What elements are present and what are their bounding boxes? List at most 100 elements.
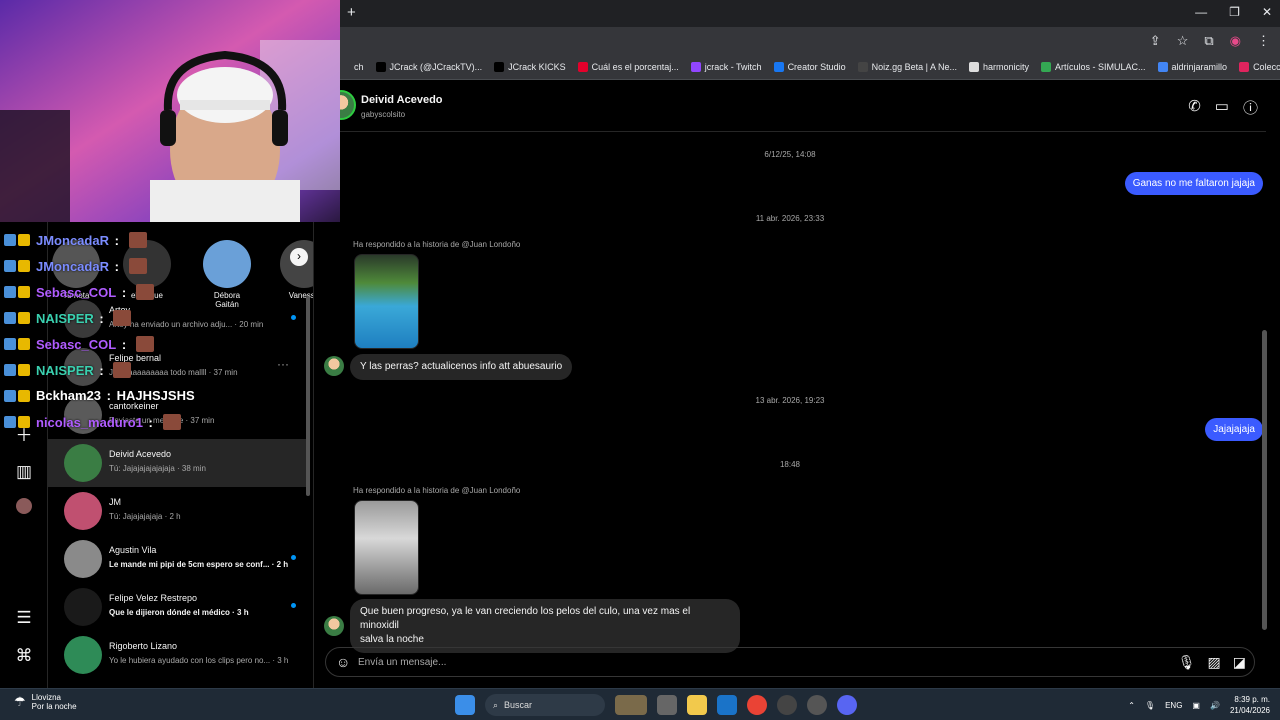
language-indicator[interactable]: ENG <box>1165 701 1182 710</box>
thread-preview: Yo le hubiera ayudado con los clips pero… <box>109 656 289 665</box>
thread-item[interactable]: JM Tú: Jajajajajaja · 2 h <box>48 487 310 535</box>
clock-date: 21/04/2026 <box>1229 706 1270 715</box>
inbox-scrollbar[interactable] <box>306 296 310 496</box>
minimize-button[interactable]: — <box>1195 5 1207 19</box>
more-options-icon[interactable]: ··· <box>277 357 289 371</box>
sender-avatar[interactable] <box>324 356 344 376</box>
taskbar-search[interactable]: ⌕ Buscar <box>485 694 605 716</box>
microphone-tray-icon[interactable]: 🎙 <box>1145 701 1155 710</box>
stream-chat-message: Sebasc_COL : <box>4 284 154 300</box>
message-composer[interactable]: ☺ Envía un mensaje... 🎙 ▨ ◪ <box>325 647 1255 677</box>
thread-item[interactable]: Deivid Acevedo Tú: Jajajajajajajaja · 38… <box>48 439 310 487</box>
new-tab-button[interactable]: + <box>347 4 356 21</box>
bookmark-item[interactable]: Noiz.gg Beta | A Ne... <box>857 62 957 72</box>
extensions-icon[interactable]: ⧉ <box>1204 33 1213 49</box>
clock[interactable]: 8:39 p. m. 21/04/2026 <box>1230 694 1270 716</box>
sticker-icon[interactable]: ◪ <box>1233 654 1246 671</box>
widget-icon[interactable] <box>615 695 647 715</box>
info-icon[interactable]: ⓘ <box>1243 97 1258 118</box>
chevron-right-icon[interactable]: › <box>290 248 308 266</box>
image-icon[interactable]: ▨ <box>1208 654 1221 671</box>
chrome-icon[interactable] <box>747 695 767 715</box>
streamer-webcam <box>0 0 340 222</box>
bookmark-label: harmonicity <box>982 62 1029 72</box>
microphone-icon[interactable]: 🎙 <box>1178 654 1196 671</box>
phone-call-icon[interactable]: ✆ <box>1188 97 1201 118</box>
volume-icon[interactable]: 🔊 <box>1210 701 1220 710</box>
bookmark-item[interactable]: JCrack KICKS <box>494 62 566 72</box>
bookmark-item[interactable]: Creator Studio <box>773 62 846 72</box>
bookmark-item[interactable]: Artículos - SIMULAC... <box>1041 62 1146 72</box>
message-outgoing[interactable]: Jajajajaja <box>1205 418 1263 441</box>
dashboard-icon[interactable]: ▥ <box>14 462 34 482</box>
chat-emote-icon <box>128 232 147 248</box>
threads-icon[interactable]: ⌘ <box>14 646 34 666</box>
bookmark-item[interactable]: ch <box>340 62 364 72</box>
bookmark-label: JCrack (@JCrackTV)... <box>389 62 483 72</box>
chat-badge-icon <box>4 234 16 246</box>
bookmark-star-icon[interactable]: ☆ <box>1177 33 1189 49</box>
bookmark-label: Noiz.gg Beta | A Ne... <box>871 62 957 72</box>
bookmark-item[interactable]: harmonicity <box>968 62 1029 72</box>
install-app-icon[interactable]: ⇪ <box>1150 33 1161 49</box>
bookmark-label: Cuál es el porcentaj... <box>591 62 679 72</box>
chat-emote-icon <box>128 258 147 274</box>
thread-item[interactable]: Felipe Velez Restrepo Que le dijieron dó… <box>48 583 310 631</box>
thread-item[interactable]: Agustin Vila Le mande mi pipi de 5cm esp… <box>48 535 310 583</box>
more-menu-icon[interactable]: ☰ <box>14 608 34 628</box>
thread-preview: Que le dijieron dónde el médico · 3 h <box>109 608 249 617</box>
thread-avatar <box>64 492 102 530</box>
windows-start-icon[interactable] <box>455 695 475 715</box>
discord-icon[interactable] <box>837 695 857 715</box>
story-thumbnail[interactable] <box>354 500 419 595</box>
chat-emote-icon <box>113 310 132 326</box>
task-view-icon[interactable] <box>657 695 677 715</box>
bookmark-label: Creator Studio <box>787 62 846 72</box>
file-explorer-icon[interactable] <box>687 695 707 715</box>
bookmark-item[interactable]: JCrack (@JCrackTV)... <box>375 62 483 72</box>
bookmark-label: jcrack - Twitch <box>704 62 762 72</box>
mail-icon[interactable] <box>717 695 737 715</box>
bookmark-item[interactable]: Colección de M_blei... <box>1239 62 1280 72</box>
bookmark-item[interactable]: aldrinjaramillo <box>1157 62 1227 72</box>
chat-badge-icon <box>4 286 16 298</box>
chat-badge-icon <box>4 389 16 402</box>
bookmark-item[interactable]: jcrack - Twitch <box>690 62 762 72</box>
chat-badge-icon <box>18 338 30 350</box>
message-incoming[interactable]: Y las perras? actualicenos info att abue… <box>350 354 573 380</box>
bookmark-favicon <box>857 62 868 72</box>
story-thumbnail[interactable] <box>354 254 419 349</box>
bookmark-favicon <box>968 62 979 72</box>
video-call-icon[interactable]: ▭ <box>1215 97 1229 118</box>
search-label: Buscar <box>504 700 533 710</box>
chevron-up-icon[interactable]: ⌃ <box>1128 701 1135 710</box>
bookmark-item[interactable]: Cuál es el porcentaj... <box>577 62 679 72</box>
chat-badge-icon <box>4 260 16 272</box>
notes-row: Tu notael DuqueDébora GaitánVanessa› <box>48 220 313 309</box>
conversation-scrollbar[interactable] <box>1262 330 1267 630</box>
message-incoming[interactable]: Que buen progreso, ya le van creciendo l… <box>350 599 740 653</box>
profile-icon[interactable]: ◉ <box>1230 33 1241 49</box>
thread-name: JM <box>109 497 121 507</box>
sender-avatar[interactable] <box>324 616 344 636</box>
chat-badge-icon <box>18 260 30 272</box>
obs-icon[interactable] <box>777 695 797 715</box>
emoji-icon[interactable]: ☺ <box>336 654 350 670</box>
close-button[interactable]: ✕ <box>1262 5 1272 19</box>
message-outgoing[interactable]: Ganas no me faltaron jajaja <box>1124 172 1263 195</box>
bookmark-label: Artículos - SIMULAC... <box>1055 62 1146 72</box>
thread-preview: Le mande mi pipi de 5cm espero se conf..… <box>109 560 289 569</box>
thread-item[interactable]: Rigoberto Lizano Yo le hubiera ayudado c… <box>48 631 310 679</box>
chat-username: JMoncadaR <box>36 258 109 274</box>
app-icon[interactable] <box>807 695 827 715</box>
restore-button[interactable]: ❐ <box>1229 5 1240 19</box>
profile-avatar[interactable] <box>16 498 32 514</box>
weather-widget[interactable]: ☂ Llovizna Por la noche <box>14 693 77 711</box>
chat-badge-icon <box>18 312 30 324</box>
message-input[interactable]: Envía un mensaje... <box>358 657 446 668</box>
unread-dot <box>291 315 296 320</box>
menu-dots-icon[interactable]: ⋮ <box>1257 33 1270 49</box>
network-icon[interactable]: ▣ <box>1192 701 1200 710</box>
contact-name[interactable]: Deivid Acevedo <box>361 94 443 106</box>
chat-separator: : <box>118 336 130 352</box>
